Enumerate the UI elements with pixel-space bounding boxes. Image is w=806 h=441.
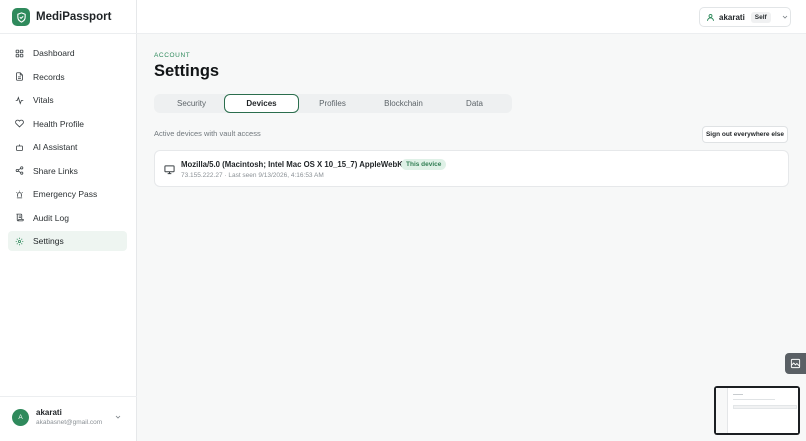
tab-security[interactable]: Security xyxy=(154,94,229,113)
sidebar-item-dashboard[interactable]: Dashboard xyxy=(8,43,127,63)
screenshot-thumbnail[interactable] xyxy=(714,386,800,435)
sign-out-everywhere-button[interactable]: Sign out everywhere else xyxy=(702,126,788,143)
this-device-badge: This device xyxy=(401,159,447,170)
floating-action-button[interactable] xyxy=(785,353,806,374)
thumbnail-line xyxy=(733,399,775,400)
sidebar-item-records[interactable]: Records xyxy=(8,67,127,87)
sidebar-item-label: Settings xyxy=(33,236,64,246)
sidebar-item-label: AI Assistant xyxy=(33,142,78,152)
device-card: Mozilla/5.0 (Macintosh; Intel Mac OS X 1… xyxy=(154,150,789,187)
user-menu[interactable]: A akarati akabasnet@gmail.com xyxy=(12,408,102,427)
thumbnail-line xyxy=(733,394,743,395)
thumbnail-preview xyxy=(716,388,798,433)
sidebar-item-emergency-pass[interactable]: Emergency Pass xyxy=(8,184,127,204)
sidebar-item-label: Dashboard xyxy=(33,48,75,58)
tab-profiles[interactable]: Profiles xyxy=(295,94,370,113)
section-label: Active devices with vault access xyxy=(154,129,261,138)
sidebar-item-label: Vitals xyxy=(33,95,54,105)
sidebar: MediPassport Dashboard Records Vitals He… xyxy=(0,0,137,441)
grid-icon xyxy=(15,49,24,57)
profile-switcher-button[interactable]: akarati Self xyxy=(699,7,791,27)
settings-tabs: Security Devices Profiles Blockchain Dat… xyxy=(154,94,512,113)
share-icon xyxy=(15,166,24,175)
brand-name: MediPassport xyxy=(36,11,112,23)
thumbnail-line xyxy=(733,405,797,409)
user-icon xyxy=(707,13,714,21)
divider xyxy=(0,33,137,34)
scroll-icon xyxy=(16,213,24,222)
sidebar-item-label: Share Links xyxy=(33,165,78,176)
page-eyebrow: ACCOUNT xyxy=(154,52,191,59)
page-title: Settings xyxy=(154,62,220,80)
sidebar-item-audit-log[interactable]: Audit Log xyxy=(8,208,127,228)
image-icon xyxy=(790,358,801,369)
sidebar-nav: Dashboard Records Vitals Health Profile … xyxy=(8,43,127,255)
user-email: akabasnet@gmail.com xyxy=(36,419,103,426)
siren-icon xyxy=(16,190,23,198)
heart-icon xyxy=(15,119,24,128)
avatar: A xyxy=(12,409,29,426)
self-badge: Self xyxy=(750,11,771,23)
sidebar-item-label: Records xyxy=(33,71,65,82)
sidebar-item-health-profile[interactable]: Health Profile xyxy=(8,114,127,134)
chevron-down-icon xyxy=(782,15,788,19)
sidebar-item-ai-assistant[interactable]: AI Assistant xyxy=(8,137,127,157)
profile-name: akarati xyxy=(719,12,745,22)
brand[interactable]: MediPassport xyxy=(12,8,111,26)
thumbnail-sidebar xyxy=(716,388,728,433)
activity-icon xyxy=(15,95,24,105)
top-bar: akarati Self xyxy=(137,0,806,34)
monitor-icon xyxy=(164,165,175,175)
device-meta: 73.155.222.27 · Last seen 9/13/2026, 4:1… xyxy=(181,172,324,179)
user-name: akarati xyxy=(36,408,62,417)
tab-blockchain[interactable]: Blockchain xyxy=(366,94,441,113)
sidebar-item-vitals[interactable]: Vitals xyxy=(8,90,127,110)
sidebar-item-settings[interactable]: Settings xyxy=(8,231,127,251)
sidebar-item-label: Health Profile xyxy=(33,118,85,129)
tab-devices[interactable]: Devices xyxy=(224,94,299,113)
shield-logo-icon xyxy=(12,8,30,26)
chevron-down-icon[interactable] xyxy=(114,413,122,421)
bot-icon xyxy=(16,144,23,151)
tab-data[interactable]: Data xyxy=(437,94,512,113)
sidebar-item-share-links[interactable]: Share Links xyxy=(8,161,127,181)
file-icon xyxy=(16,72,23,81)
sidebar-item-label: Audit Log xyxy=(33,212,69,223)
device-user-agent: Mozilla/5.0 (Macintosh; Intel Mac OS X 1… xyxy=(181,160,410,169)
divider xyxy=(0,396,137,397)
sidebar-item-label: Emergency Pass xyxy=(33,189,98,199)
gear-icon xyxy=(15,237,24,245)
